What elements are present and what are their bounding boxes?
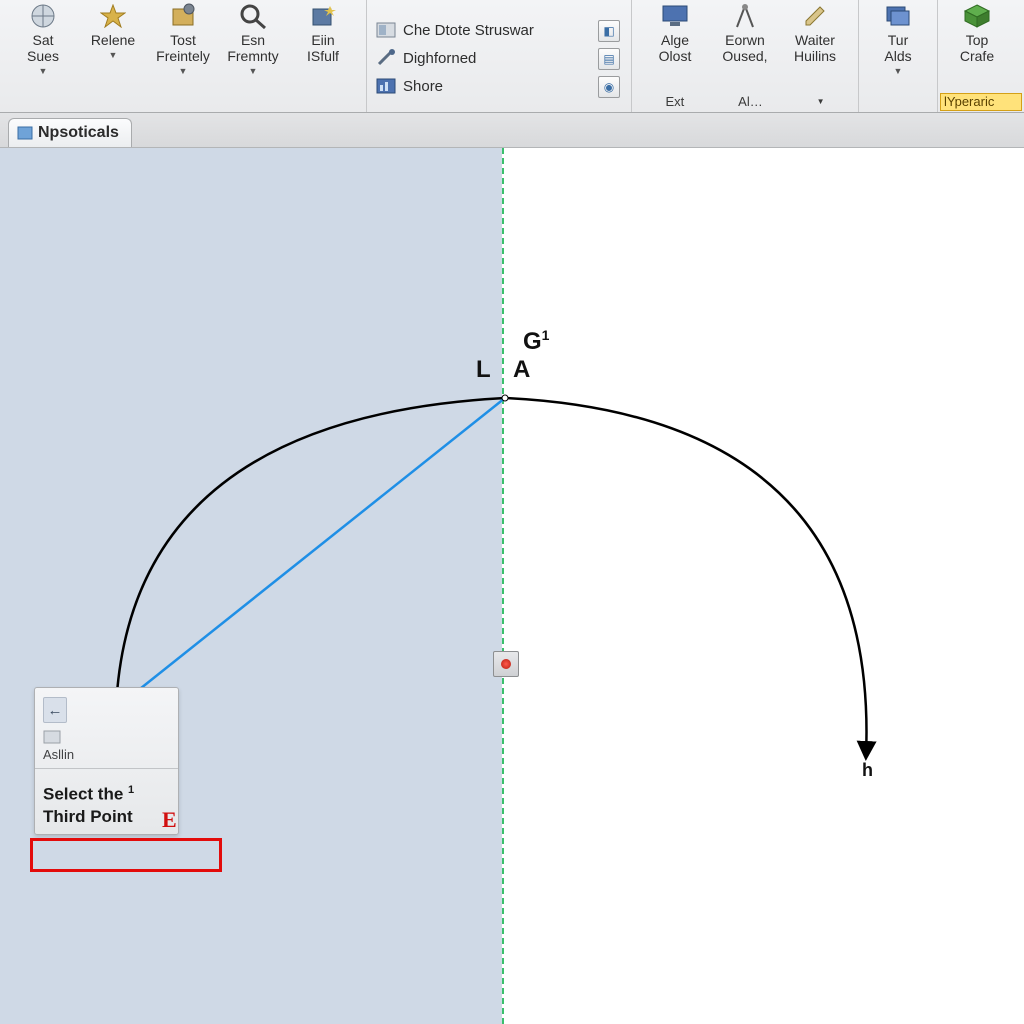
command-prompt-panel: ← Asllin Select the 1 Third Point [34,687,179,835]
ribbon-btn-label: Esn [241,32,265,48]
ribbon-list-item[interactable]: Shore [375,73,595,99]
ribbon-btn-label: Sat [32,32,53,48]
small-btn-1[interactable]: ◧ [598,20,620,42]
prompt-line1: Select the [43,785,123,804]
globe-icon [26,2,60,30]
compass-icon [728,2,762,30]
annotation-letter-E: E [162,807,177,833]
ribbon-btn-tur[interactable]: Tur Alds ▼ [863,0,933,76]
highlight-text: lYperaric [944,94,994,109]
list-label: Shore [403,78,443,95]
ribbon-btn-label: Eiin [311,32,334,48]
prompt-back-button[interactable]: ← [43,697,67,723]
ribbon-btn-sat-sues[interactable]: Sat Sues ▼ [8,0,78,76]
ribbon-btn-label: Tost [170,32,196,48]
ribbon-btn-label: Freintely [156,48,210,64]
chevron-down-icon: ▼ [179,66,188,76]
document-tab[interactable]: Npsoticals [8,118,132,147]
ribbon-btn-label: Olost [659,48,692,64]
chevron-down-icon: ▼ [39,66,48,76]
sub-label[interactable]: Ext [665,94,684,109]
origin-marker-button[interactable] [493,651,519,677]
document-tabstrip: Npsoticals [0,113,1024,148]
ribbon-btn-label: Relene [91,32,135,48]
drawing-canvas[interactable]: G1 L A h ← Asllin Select the 1 Third Poi… [0,148,1024,1024]
prompt-tool-label: Asllin [43,747,170,762]
geometry-overlay [0,148,1024,1024]
chevron-down-icon[interactable]: ▼ [817,97,825,106]
highlighted-field[interactable]: lYperaric [940,93,1022,111]
chart-icon [375,76,397,96]
cube-green-icon [960,2,994,30]
ribbon-btn-label: Crafe [960,48,994,64]
ribbon-btn-label: Eorwn [725,32,765,48]
ribbon-btn-waiter[interactable]: Waiter Huilins [780,0,850,64]
origin-dot-icon [501,659,511,669]
chevron-down-icon: ▼ [109,50,118,60]
tab-label: Npsoticals [38,124,119,142]
wand-icon [375,48,397,68]
doc-icon: ▤ [603,52,614,66]
list-label: Dighforned [403,50,476,67]
chevron-down-icon: ▼ [249,66,258,76]
star-icon [96,2,130,30]
box-gear-icon [166,2,200,30]
ribbon-list-item[interactable]: Dighforned [375,45,595,71]
sparkle-box-icon [306,2,340,30]
chevron-down-icon: ▼ [894,66,903,76]
ribbon-btn-label: Alge [661,32,689,48]
tool-thumb-icon [43,730,61,747]
magnifier-icon [236,2,270,30]
window-icon: ◧ [603,24,614,38]
small-btn-3[interactable]: ◉ [598,76,620,98]
point-label-L: L [476,356,491,384]
point-label-h: h [862,760,873,781]
ribbon-group-3: Tur Alds ▼ [859,0,938,112]
ribbon-btn-label: Oused, [722,48,767,64]
ribbon-btn-relene[interactable]: Relene ▼ [78,0,148,76]
ribbon-btn-eiin[interactable]: Eiin ISfulf [288,0,358,76]
ribbon-group-list: Che Dtote Struswar Dighforned Shore ◧ ▤ … [367,0,632,112]
ribbon-toolbar: Sat Sues ▼ Relene ▼ Tost Freintely ▼ Esn… [0,0,1024,113]
ribbon-btn-label: Alds [884,48,911,64]
ribbon-btn-esn[interactable]: Esn Fremnty ▼ [218,0,288,76]
ribbon-btn-label: ISfulf [307,48,339,64]
tab-doc-icon [17,126,33,140]
small-btn-2[interactable]: ▤ [598,48,620,70]
sub-label[interactable]: Al… [738,94,763,109]
globe-small-icon: ◉ [604,80,614,94]
ribbon-list-item[interactable]: Che Dtote Struswar [375,17,595,43]
panel-icon [375,20,397,40]
ribbon-btn-label: Tur [888,32,908,48]
ribbon-group-1: Sat Sues ▼ Relene ▼ Tost Freintely ▼ Esn… [0,0,367,112]
annotation-highlight-box [30,838,222,872]
monitor-icon [658,2,692,30]
list-label: Che Dtote Struswar [403,22,534,39]
ribbon-btn-tost[interactable]: Tost Freintely ▼ [148,0,218,76]
ribbon-btn-label: Sues [27,48,59,64]
ribbon-btn-label: Top [966,32,989,48]
point-label-G: G1 [523,327,549,356]
prompt-line2: Third Point [43,807,133,826]
prompt-sup: 1 [128,784,134,796]
stack-icon [881,2,915,30]
ribbon-group-2: Alge Olost Eorwn Oused, Waiter Huilins E… [632,0,859,112]
pencil-icon [798,2,832,30]
ribbon-btn-label: Huilins [794,48,836,64]
ribbon-btn-alge[interactable]: Alge Olost [640,0,710,64]
arrow-left-icon: ← [48,702,63,719]
ribbon-btn-top-crafe[interactable]: Top Crafe [942,0,1012,64]
ribbon-btn-eorwn[interactable]: Eorwn Oused, [710,0,780,64]
ribbon-btn-label: Waiter [795,32,835,48]
point-label-A: A [513,356,530,384]
ribbon-btn-label: Fremnty [227,48,278,64]
